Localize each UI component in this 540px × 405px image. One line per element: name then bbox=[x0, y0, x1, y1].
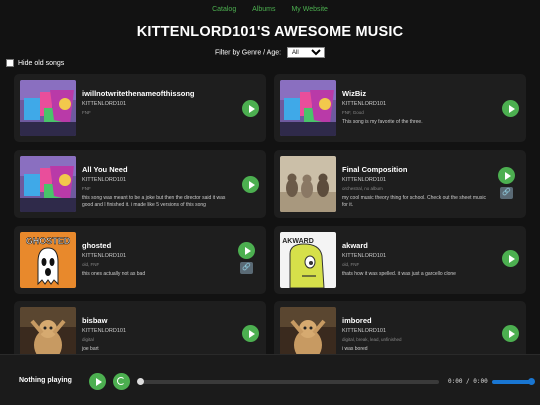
song-description: i was bored bbox=[342, 346, 368, 352]
nav-link-my-website[interactable]: My Website bbox=[291, 6, 327, 13]
album-art-fnf bbox=[20, 80, 76, 136]
link-button[interactable]: 🔗 bbox=[240, 262, 253, 274]
song-title: akward bbox=[342, 241, 368, 250]
song-tags: digital, break, lead, unfinished bbox=[342, 337, 402, 342]
song-card: WizBiz KITTENLORD101 FNF, Good This song… bbox=[274, 74, 526, 142]
song-card: GHOSTED ghosted KITTENLORD101 old, FNF t… bbox=[14, 226, 266, 294]
song-description: thats how it was spelled. it was just a … bbox=[342, 271, 456, 277]
song-tags: digital bbox=[82, 337, 94, 342]
song-artist: KITTENLORD101 bbox=[342, 328, 387, 334]
play-button[interactable] bbox=[242, 100, 259, 117]
song-title: ghosted bbox=[82, 241, 112, 250]
song-title: All You Need bbox=[82, 165, 128, 174]
play-button[interactable] bbox=[242, 325, 259, 342]
album-art-cats bbox=[280, 156, 336, 212]
song-artist: KITTENLORD101 bbox=[342, 253, 387, 259]
song-card: iwillnotwritethenameofthissong KITTENLOR… bbox=[14, 74, 266, 142]
song-title: Final Composition bbox=[342, 165, 408, 174]
song-artist: KITTENLORD101 bbox=[82, 328, 127, 334]
play-button[interactable] bbox=[242, 176, 259, 193]
player-play-button[interactable] bbox=[89, 373, 106, 390]
page-title: KITTENLORD101'S AWESOME MUSIC bbox=[136, 24, 404, 40]
link-icon: 🔗 bbox=[242, 264, 251, 271]
seek-slider[interactable] bbox=[137, 378, 439, 385]
song-tags: old, FNF bbox=[82, 262, 100, 267]
song-artist: KITTENLORD101 bbox=[82, 253, 127, 259]
song-title: WizBiz bbox=[342, 89, 367, 98]
genre-filter-select[interactable]: All bbox=[287, 47, 326, 58]
song-description: joe bart bbox=[82, 346, 99, 352]
play-button[interactable] bbox=[238, 242, 255, 259]
genre-filter: Filter by Genre / Age: All bbox=[0, 47, 540, 58]
song-artist: KITTENLORD101 bbox=[342, 101, 387, 107]
album-art-fnf bbox=[20, 156, 76, 212]
now-playing-label: Nothing playing bbox=[19, 377, 72, 384]
song-artist: KITTENLORD101 bbox=[82, 101, 127, 107]
song-tags: FNF bbox=[82, 186, 91, 191]
song-title: iwillnotwritethenameofthissong bbox=[82, 89, 195, 98]
play-button[interactable] bbox=[498, 167, 515, 184]
player-loop-button[interactable] bbox=[113, 373, 130, 390]
hide-old-label: Hide old songs bbox=[18, 59, 65, 67]
song-title: imbored bbox=[342, 316, 372, 325]
link-icon: 🔗 bbox=[502, 189, 511, 196]
song-artist: KITTENLORD101 bbox=[342, 177, 387, 183]
album-art-ghosted: GHOSTED bbox=[20, 232, 76, 288]
song-title: bisbaw bbox=[82, 316, 108, 325]
song-description: my cool music theory thing for school. C… bbox=[342, 195, 486, 209]
volume-slider[interactable] bbox=[492, 378, 535, 385]
song-description: this song was meant to be a joke but the… bbox=[82, 195, 226, 209]
song-artist: KITTENLORD101 bbox=[82, 177, 127, 183]
audio-player-bar: Nothing playing 0:00 / 0:00 bbox=[0, 354, 540, 405]
play-button[interactable] bbox=[502, 250, 519, 267]
time-readout: 0:00 / 0:00 bbox=[448, 378, 488, 385]
album-art-akward: AKWARD bbox=[280, 232, 336, 288]
filter-label: Filter by Genre / Age: bbox=[214, 49, 282, 57]
volume-knob[interactable] bbox=[528, 378, 535, 385]
album-art-fnf bbox=[280, 80, 336, 136]
top-nav: Catalog Albums My Website bbox=[0, 6, 540, 13]
song-card: Final Composition KITTENLORD101 orchestr… bbox=[274, 150, 526, 218]
song-description: This song is my favorite of the three. bbox=[342, 119, 423, 125]
album-art-caption: GHOSTED bbox=[26, 236, 71, 246]
song-tags: FNF, Good bbox=[342, 110, 364, 115]
hide-old-toggle[interactable]: Hide old songs bbox=[6, 59, 64, 67]
hide-old-checkbox[interactable] bbox=[6, 59, 14, 67]
nav-link-catalog[interactable]: Catalog bbox=[212, 6, 236, 13]
song-card: All You Need KITTENLORD101 FNF this song… bbox=[14, 150, 266, 218]
song-tags: FNF bbox=[82, 110, 91, 115]
sheet-music-link-button[interactable]: 🔗 bbox=[500, 187, 513, 199]
song-tags: orchestral, no album bbox=[342, 186, 383, 191]
song-tags: old, FNF bbox=[342, 262, 360, 267]
play-button[interactable] bbox=[502, 325, 519, 342]
song-description: this ones actually not as bad bbox=[82, 271, 146, 277]
loop-icon bbox=[117, 377, 125, 385]
song-card: AKWARD akward KITTENLORD101 old, FNF tha… bbox=[274, 226, 526, 294]
seek-knob[interactable] bbox=[137, 378, 144, 385]
nav-link-albums[interactable]: Albums bbox=[252, 6, 275, 13]
play-button[interactable] bbox=[502, 100, 519, 117]
